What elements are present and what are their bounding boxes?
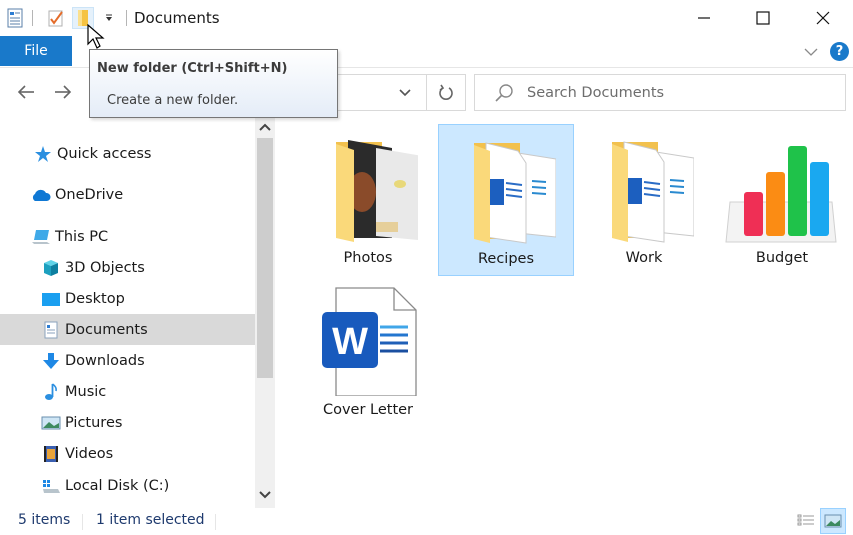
details-view-icon [797, 514, 814, 526]
nav-item-local-disk[interactable]: Local Disk (C:) [0, 470, 255, 501]
file-name: Photos [343, 250, 393, 266]
nav-item-label: Documents [65, 321, 148, 338]
navigation-pane: Quick access OneDrive This PC 3D Objects… [0, 118, 255, 508]
desktop-icon [41, 289, 61, 309]
word-document-icon: W [308, 280, 428, 400]
file-item-photos[interactable]: Photos [300, 124, 436, 276]
hard-drive-icon [41, 476, 61, 496]
file-item-recipes[interactable]: Recipes [438, 124, 574, 276]
svg-text:W: W [332, 321, 368, 363]
nav-item-label: This PC [55, 228, 109, 245]
computer-icon [31, 227, 51, 247]
nav-item-label: Local Disk (C:) [65, 477, 170, 494]
refresh-icon [439, 84, 453, 100]
chevron-down-icon [399, 89, 411, 97]
nav-item-label: OneDrive [55, 186, 124, 203]
download-arrow-icon [41, 351, 61, 371]
status-separator [215, 514, 216, 530]
forward-button[interactable] [51, 80, 75, 104]
nav-pane-scrollbar[interactable] [255, 118, 275, 508]
nav-item-this-pc[interactable]: This PC [0, 221, 255, 252]
nav-item-videos[interactable]: Videos [0, 438, 255, 469]
file-name: Recipes [477, 251, 535, 267]
nav-item-desktop[interactable]: Desktop [0, 283, 255, 314]
scroll-thumb[interactable] [257, 138, 273, 378]
scroll-down-button[interactable] [255, 486, 275, 504]
scroll-up-button[interactable] [255, 118, 275, 136]
nav-item-label: Quick access [57, 145, 152, 162]
nav-item-onedrive[interactable]: OneDrive [0, 179, 255, 210]
new-folder-tooltip: New folder (Ctrl+Shift+N) Create a new f… [89, 49, 338, 118]
chevron-up-icon [259, 123, 271, 131]
music-note-icon [41, 382, 61, 402]
file-name: Budget [755, 250, 809, 266]
expand-ribbon-button[interactable] [802, 43, 820, 61]
large-icons-view-button[interactable] [820, 508, 846, 534]
nav-item-label: Desktop [65, 290, 125, 307]
bar-chart-file-icon [722, 128, 842, 248]
document-icon [41, 320, 61, 340]
folder-photos-icon [308, 128, 428, 248]
nav-item-downloads[interactable]: Downloads [0, 345, 255, 376]
chevron-down-icon [259, 491, 271, 499]
maximize-icon [756, 11, 770, 25]
search-icon [495, 83, 513, 102]
back-button[interactable] [14, 80, 38, 104]
cloud-icon [31, 185, 51, 205]
file-list: Photos Recipes Work Budget W Cover Lette… [280, 118, 853, 508]
status-separator [82, 514, 83, 530]
status-bar: 5 items 1 item selected [0, 508, 853, 535]
file-item-cover-letter[interactable]: W Cover Letter [300, 276, 436, 428]
nav-item-label: Videos [65, 445, 114, 462]
refresh-button[interactable] [426, 74, 466, 111]
nav-item-label: Pictures [65, 414, 123, 431]
chevron-down-icon [804, 48, 818, 56]
nav-item-label: 3D Objects [65, 259, 145, 276]
help-button[interactable]: ? [830, 42, 849, 61]
picture-icon [41, 413, 61, 433]
close-icon [816, 11, 830, 25]
tooltip-description: Create a new folder. [107, 93, 239, 108]
folder-documents-icon [446, 129, 566, 249]
arrow-right-icon [55, 85, 72, 99]
properties-icon[interactable] [4, 7, 26, 29]
arrow-left-icon [17, 85, 34, 99]
file-tab[interactable]: File [0, 36, 72, 66]
nav-item-label: Music [65, 383, 107, 400]
nav-item-documents[interactable]: Documents [0, 314, 255, 345]
toolbar-separator [32, 10, 33, 26]
minimize-icon [698, 17, 710, 19]
search-box[interactable] [474, 74, 846, 111]
window-title: Documents [134, 9, 220, 27]
address-history-dropdown[interactable] [394, 82, 416, 104]
star-icon [33, 144, 53, 164]
nav-item-label: Downloads [65, 352, 145, 369]
item-count: 5 items [18, 512, 71, 528]
film-icon [41, 444, 61, 464]
file-item-budget[interactable]: Budget [714, 124, 850, 276]
toolbar-separator [126, 10, 127, 26]
maximize-button[interactable] [740, 0, 786, 36]
details-view-button[interactable] [793, 508, 819, 534]
file-item-work[interactable]: Work [576, 124, 712, 276]
file-name: Work [625, 250, 663, 266]
nav-item-music[interactable]: Music [0, 376, 255, 407]
nav-item-quick-access[interactable]: Quick access [0, 138, 255, 169]
nav-item-pictures[interactable]: Pictures [0, 407, 255, 438]
search-input[interactable] [527, 84, 827, 101]
selection-count: 1 item selected [96, 512, 205, 528]
folder-documents-icon [584, 128, 704, 248]
checkmark-doc-icon[interactable] [45, 7, 67, 29]
minimize-button[interactable] [681, 0, 727, 36]
large-icons-view-icon [824, 514, 842, 528]
mouse-cursor-icon [87, 24, 105, 49]
file-name: Cover Letter [322, 402, 414, 418]
close-button[interactable] [800, 0, 846, 36]
cube-icon [41, 258, 61, 278]
tooltip-title: New folder (Ctrl+Shift+N) [97, 61, 288, 76]
title-bar: Documents [0, 0, 853, 36]
nav-item-3d-objects[interactable]: 3D Objects [0, 252, 255, 283]
